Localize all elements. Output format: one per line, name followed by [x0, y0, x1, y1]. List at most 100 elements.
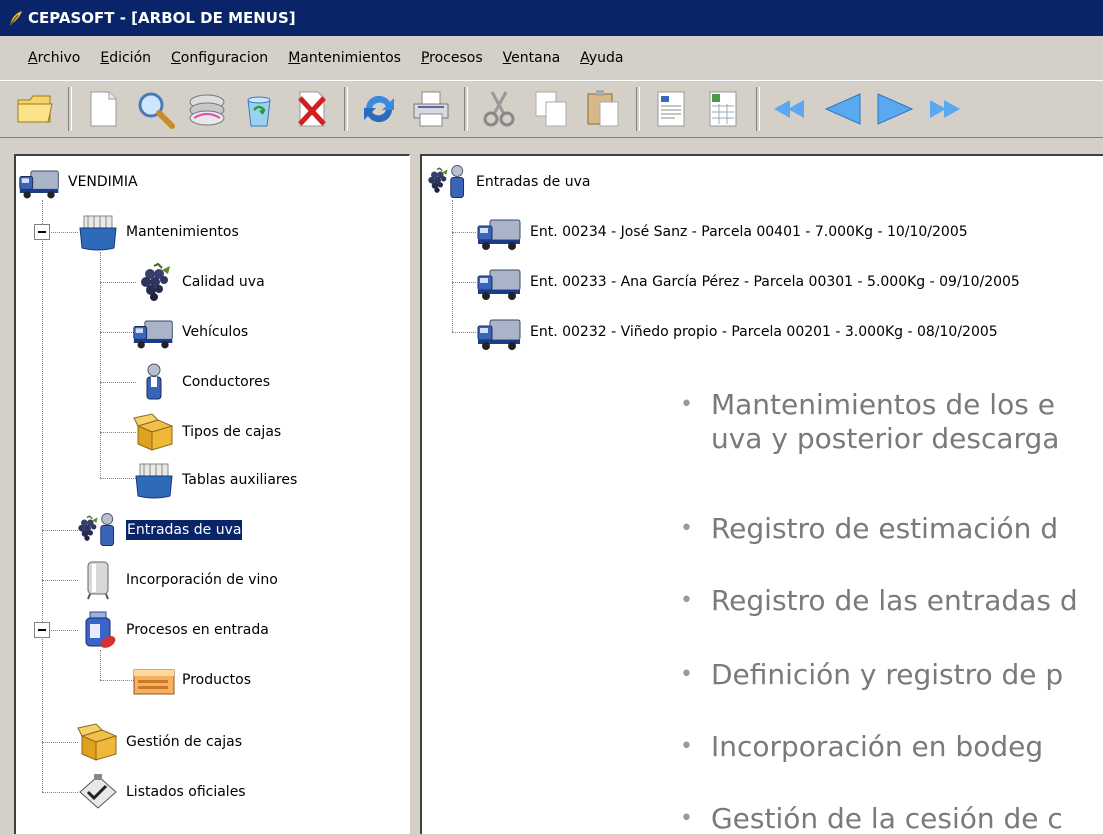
- title-bar: CEPASOFT - [ARBOL DE MENUS]: [0, 0, 1103, 36]
- tree-line: [42, 200, 43, 792]
- tree-node-label-selected: Entradas de uva: [124, 519, 244, 541]
- copy-button[interactable]: [528, 86, 574, 132]
- person-icon: [132, 362, 176, 402]
- first-record-icon: [774, 100, 804, 118]
- first-record-button[interactable]: [768, 86, 814, 132]
- disks-button[interactable]: [184, 86, 230, 132]
- menu-bar: Archivo Edición Configuracion Mantenimie…: [0, 36, 1103, 80]
- tree-node-incorporacion-vino[interactable]: Incorporación de vino: [76, 560, 278, 600]
- tree-node-label: Vehículos: [182, 324, 249, 340]
- tree-node-label: Tipos de cajas: [182, 424, 282, 440]
- tree-node-listados-oficiales[interactable]: Listados oficiales: [76, 772, 246, 812]
- window-title: CEPASOFT - [ARBOL DE MENUS]: [28, 9, 296, 27]
- entry-label: Ent. 00233 - Ana García Pérez - Parcela …: [530, 274, 1020, 290]
- bullet-item: • Mantenimientos de los e uva y posterio…: [680, 388, 1059, 456]
- spreadsheet-icon: [709, 91, 737, 127]
- tree-node-procesos-entrada[interactable]: Procesos en entrada: [76, 610, 269, 650]
- tree-line: [100, 382, 136, 383]
- menu-archivo[interactable]: Archivo: [28, 50, 80, 66]
- grapes-icon: [132, 262, 176, 302]
- tree-node-label: Listados oficiales: [126, 784, 246, 800]
- search-button[interactable]: [132, 86, 178, 132]
- tree-line: [42, 530, 78, 531]
- tree-node-calidad-uva[interactable]: Calidad uva: [132, 262, 265, 302]
- next-record-icon: [877, 93, 914, 125]
- bullet-item: • Incorporación en bodeg: [680, 730, 1043, 764]
- entries-header[interactable]: Entradas de uva: [426, 162, 590, 202]
- products-icon: [132, 660, 176, 700]
- bullet-text: Definición y registro de p: [710, 658, 1064, 691]
- tree-line: [100, 680, 136, 681]
- folder-icon: [17, 95, 53, 123]
- grapes-person-icon: [76, 510, 120, 550]
- open-folder-button[interactable]: [12, 86, 58, 132]
- tree-line: [100, 478, 136, 479]
- tree-node-label: Calidad uva: [182, 274, 265, 290]
- tree-node-tablas-auxiliares[interactable]: Tablas auxiliares: [132, 460, 297, 500]
- entry-item[interactable]: Ent. 00234 - José Sanz - Parcela 00401 -…: [476, 212, 968, 252]
- tree-node-productos[interactable]: Productos: [132, 660, 251, 700]
- bullet-item: • Definición y registro de p: [680, 658, 1063, 692]
- tree-line: [42, 742, 78, 743]
- tree-node-entradas-uva[interactable]: Entradas de uva: [76, 510, 244, 550]
- tree-node-conductores[interactable]: Conductores: [132, 362, 270, 402]
- menu-procesos[interactable]: Procesos: [421, 50, 483, 66]
- box-icon: [132, 412, 176, 452]
- paste-button[interactable]: [580, 86, 626, 132]
- new-document-icon: [90, 91, 117, 127]
- search-icon: [138, 92, 175, 129]
- tree-node-vendimia[interactable]: VENDIMIA: [18, 162, 138, 202]
- tree-node-label: Gestión de cajas: [126, 734, 243, 750]
- text-document-button[interactable]: [648, 86, 694, 132]
- bullet-dot: •: [680, 588, 693, 613]
- toolbar-separator: [68, 87, 72, 131]
- new-button[interactable]: [80, 86, 126, 132]
- menu-ayuda[interactable]: Ayuda: [580, 50, 623, 66]
- next-record-button[interactable]: [872, 86, 918, 132]
- bullet-text: Incorporación en bodeg: [710, 730, 1044, 763]
- bullet-text: uva y posterior descarga: [710, 422, 1060, 455]
- bullet-dot: •: [680, 516, 693, 541]
- entry-item[interactable]: Ent. 00233 - Ana García Pérez - Parcela …: [476, 262, 1020, 302]
- collapse-mantenimientos-toggle[interactable]: [34, 224, 50, 240]
- last-record-button[interactable]: [924, 86, 970, 132]
- tree-node-label: Procesos en entrada: [126, 622, 269, 638]
- menu-mantenimientos[interactable]: Mantenimientos: [288, 50, 401, 66]
- menu-configuracion[interactable]: Configuracion: [171, 50, 268, 66]
- tree-node-label: Productos: [182, 672, 252, 688]
- last-record-icon: [930, 100, 960, 118]
- tree-line: [42, 580, 78, 581]
- truck-icon: [132, 312, 176, 352]
- cut-button[interactable]: [476, 86, 522, 132]
- tree-node-mantenimientos[interactable]: Mantenimientos: [76, 212, 239, 252]
- bullet-dot: •: [680, 734, 693, 759]
- tree-node-gestion-cajas[interactable]: Gestión de cajas: [76, 722, 242, 762]
- menu-ventana[interactable]: Ventana: [503, 50, 561, 66]
- tank-icon: [76, 560, 120, 600]
- tree-line: [452, 232, 476, 233]
- tree-node-vehiculos[interactable]: Vehículos: [132, 312, 248, 352]
- previous-record-button[interactable]: [820, 86, 866, 132]
- grapes-person-icon: [426, 162, 470, 202]
- bottle-icon: [76, 610, 120, 650]
- tree-line: [100, 282, 136, 283]
- entry-item[interactable]: Ent. 00232 - Viñedo propio - Parcela 002…: [476, 312, 998, 352]
- tree-line: [100, 432, 136, 433]
- recycle-button[interactable]: [236, 86, 282, 132]
- bullet-item: • Registro de estimación d: [680, 512, 1058, 546]
- bullet-item: • Registro de las entradas d: [680, 584, 1078, 618]
- refresh-button[interactable]: [356, 86, 402, 132]
- tree-node-tipos-cajas[interactable]: Tipos de cajas: [132, 412, 281, 452]
- toolbar-separator: [636, 87, 640, 131]
- bullet-text: Gestión de la cesión de c: [710, 802, 1063, 835]
- collapse-procesos-toggle[interactable]: [34, 622, 50, 638]
- print-icon: [413, 91, 449, 127]
- menu-edicion[interactable]: Edición: [100, 50, 151, 66]
- delete-button[interactable]: [288, 86, 334, 132]
- menu-tree-panel: VENDIMIA Mantenimientos Calidad uva Vehí…: [14, 154, 410, 834]
- bullet-dot: •: [680, 392, 693, 417]
- spreadsheet-button[interactable]: [700, 86, 746, 132]
- previous-record-icon: [824, 93, 861, 125]
- print-button[interactable]: [408, 86, 454, 132]
- tree-line: [452, 200, 453, 332]
